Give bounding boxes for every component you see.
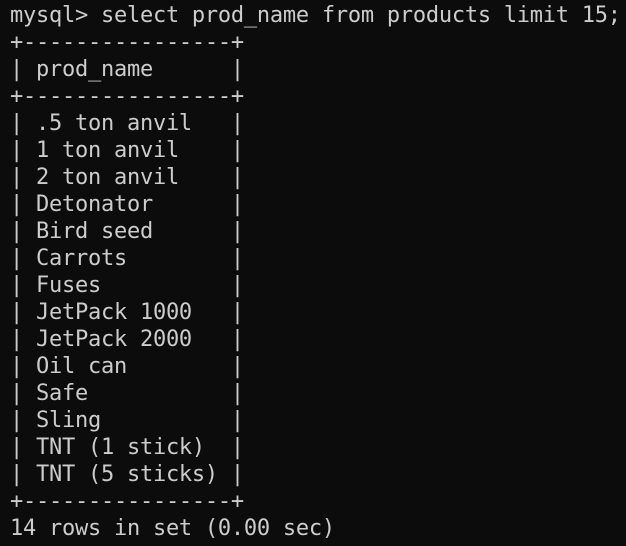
table-row: | Sling |: [10, 408, 244, 433]
table-row: | Detonator |: [10, 192, 244, 217]
table-row: | Carrots |: [10, 246, 244, 271]
terminal-window[interactable]: mysql> select prod_name from products li…: [0, 0, 626, 546]
table-row: | .5 ton anvil |: [10, 111, 244, 136]
table-row: | TNT (1 stick) |: [10, 435, 244, 460]
result-summary: 14 rows in set (0.00 sec): [10, 516, 335, 541]
table-row: | Safe |: [10, 381, 244, 406]
table-top-border: +----------------+: [10, 30, 244, 55]
table-row: | 1 ton anvil |: [10, 138, 244, 163]
table-row: | JetPack 1000 |: [10, 300, 244, 325]
table-row: | TNT (5 sticks) |: [10, 462, 244, 487]
table-row: | Bird seed |: [10, 219, 244, 244]
table-header-row: | prod_name |: [10, 57, 244, 82]
table-row: | Fuses |: [10, 273, 244, 298]
table-row: | JetPack 2000 |: [10, 327, 244, 352]
command-line: mysql> select prod_name from products li…: [10, 3, 621, 28]
table-bottom-border: +----------------+: [10, 489, 244, 514]
table-header-border: +----------------+: [10, 84, 244, 109]
table-row: | Oil can |: [10, 354, 244, 379]
table-row: | 2 ton anvil |: [10, 165, 244, 190]
